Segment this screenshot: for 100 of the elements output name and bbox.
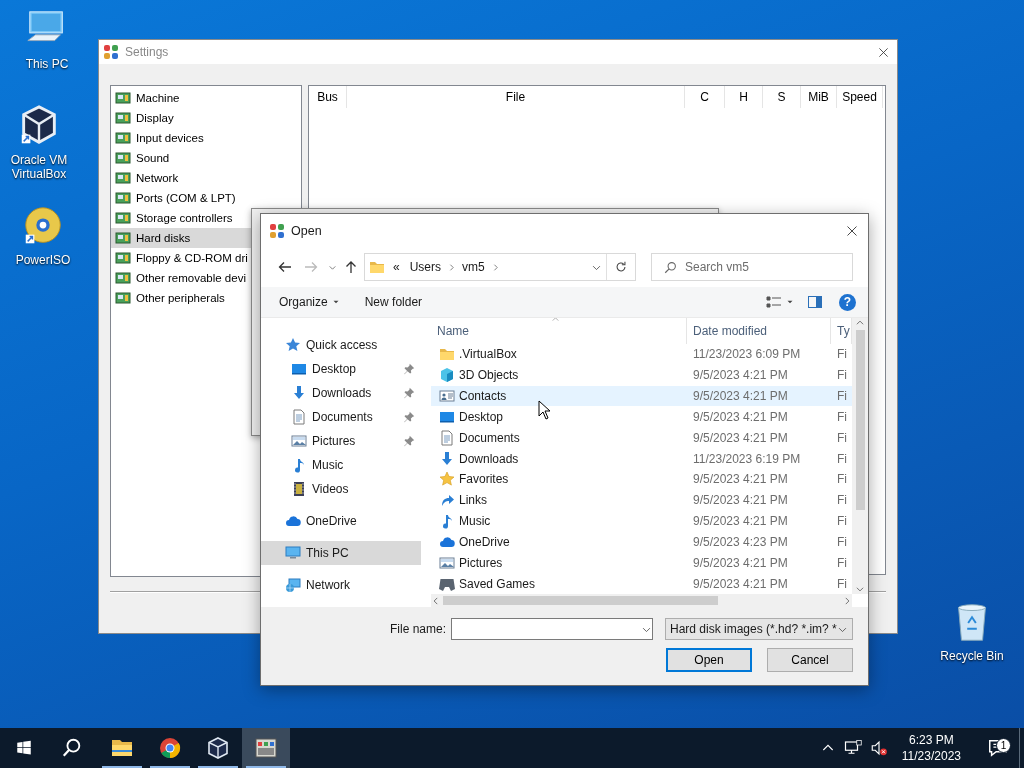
organize-button[interactable]: Organize: [273, 291, 347, 313]
nav-item[interactable]: Quick access: [261, 333, 421, 357]
column-header[interactable]: Speed: [837, 86, 883, 108]
column-header[interactable]: Bus: [309, 86, 347, 108]
device-icon: [115, 130, 131, 146]
file-name-field[interactable]: [451, 618, 653, 640]
app-window-icon: [254, 736, 278, 760]
windows-logo-icon: [15, 739, 33, 757]
taskbar-app[interactable]: [242, 728, 290, 768]
device-icon: [115, 90, 131, 106]
file-row[interactable]: OneDrive 9/5/2023 4:23 PM Fi: [431, 531, 852, 553]
file-name: Contacts: [459, 389, 507, 404]
file-row[interactable]: Desktop 9/5/2023 4:21 PM Fi: [431, 406, 852, 428]
category-item[interactable]: Other removable devi: [111, 268, 301, 288]
file-row[interactable]: Favorites 9/5/2023 4:21 PM Fi: [431, 468, 852, 490]
nav-item[interactable]: Videos: [261, 477, 421, 501]
address-bar[interactable]: « Users vm5: [364, 253, 636, 281]
nav-item[interactable]: This PC: [261, 541, 421, 565]
file-name: Links: [459, 493, 487, 508]
column-header[interactable]: File: [347, 86, 685, 108]
nav-item[interactable]: Pictures: [261, 429, 421, 453]
file-row[interactable]: 3D Objects 9/5/2023 4:21 PM Fi: [431, 364, 852, 386]
overflow-mark[interactable]: «: [393, 260, 400, 274]
file-name: Pictures: [459, 555, 503, 570]
file-type-dropdown[interactable]: Hard disk images (*.hd? *.im? *: [665, 618, 853, 640]
category-label: Sound: [136, 152, 170, 164]
app-icon: [103, 44, 119, 60]
picture-icon: [439, 554, 455, 571]
file-name: Downloads: [459, 451, 519, 466]
nav-item[interactable]: Downloads: [261, 381, 421, 405]
cloud-icon: [285, 513, 301, 529]
cube-icon: [206, 736, 230, 760]
file-row[interactable]: Contacts 9/5/2023 4:21 PM Fi: [431, 385, 852, 407]
notification-button[interactable]: 1: [983, 737, 1013, 759]
folder-icon: [439, 346, 455, 363]
category-item[interactable]: Input devices: [111, 128, 301, 148]
breadcrumb[interactable]: Users: [409, 260, 442, 274]
dialog-button[interactable]: Cancel: [767, 648, 853, 672]
view-list-icon: [766, 294, 782, 310]
horizontal-scrollbar[interactable]: [431, 594, 852, 607]
preview-pane-icon: [807, 294, 823, 310]
speaker-muted-icon[interactable]: [869, 739, 888, 757]
file-row[interactable]: Saved Games 9/5/2023 4:21 PM Fi: [431, 573, 852, 594]
category-label: Hard disks: [136, 232, 191, 244]
file-type: Fi: [836, 430, 848, 445]
column-header[interactable]: MiB: [801, 86, 837, 108]
file-name: Saved Games: [459, 576, 536, 591]
column-header[interactable]: S: [763, 86, 801, 108]
file-type: Fi: [836, 409, 848, 424]
file-row[interactable]: .VirtualBox 11/23/2023 6:09 PM Fi: [431, 344, 852, 365]
category-item[interactable]: Sound: [111, 148, 301, 168]
date-modified: 9/5/2023 4:23 PM: [692, 534, 789, 549]
file-row[interactable]: Music 9/5/2023 4:21 PM Fi: [431, 510, 852, 532]
column-header[interactable]: H: [725, 86, 763, 108]
nav-item[interactable]: Documents: [261, 405, 421, 429]
category-item[interactable]: Display: [111, 108, 301, 128]
network-icon[interactable]: [843, 739, 862, 757]
file-type: Fi: [836, 368, 848, 383]
folder-icon: [369, 259, 385, 275]
file-row[interactable]: Documents 9/5/2023 4:21 PM Fi: [431, 427, 852, 449]
category-item[interactable]: Ports (COM & LPT): [111, 188, 301, 208]
date-modified: 9/5/2023 4:21 PM: [692, 430, 789, 445]
close-button[interactable]: [878, 46, 889, 58]
desktop-icon-label[interactable]: This PC: [25, 57, 69, 71]
cube-icon: [439, 367, 455, 384]
column-header[interactable]: C: [685, 86, 725, 108]
new-folder-button[interactable]: New folder: [358, 291, 429, 313]
field-label: File name:: [389, 622, 446, 636]
category-item[interactable]: Network: [111, 168, 301, 188]
category-item[interactable]: Machine: [111, 88, 301, 108]
nav-item[interactable]: Network: [261, 573, 421, 597]
chevron-right-icon: [842, 595, 852, 606]
file-name: OneDrive: [459, 534, 510, 549]
clock[interactable]: 6:23 PM 11/23/2023: [901, 732, 961, 764]
file-row[interactable]: Pictures 9/5/2023 4:21 PM Fi: [431, 552, 852, 574]
file-row[interactable]: Downloads 11/23/2023 6:19 PM Fi: [431, 448, 852, 469]
chevron-left-icon: [431, 595, 441, 606]
category-label: Ports (COM & LPT): [136, 192, 236, 204]
vertical-scrollbar[interactable]: [852, 318, 868, 594]
column-header[interactable]: Name: [431, 318, 687, 344]
back-arrow-icon: [277, 259, 293, 275]
window-title: Settings: [125, 45, 170, 59]
device-icon: [115, 170, 131, 186]
file-row[interactable]: Links 9/5/2023 4:21 PM Fi: [431, 489, 852, 511]
dialog-button[interactable]: Open: [666, 648, 752, 672]
file-type: Fi: [836, 555, 848, 570]
desktop-icon-label[interactable]: Recycle Bin: [940, 649, 1004, 663]
column-header[interactable]: Date modified: [687, 318, 831, 344]
document-icon: [439, 429, 455, 446]
search-field[interactable]: Search vm5: [651, 253, 853, 281]
device-icon: [115, 270, 131, 286]
breadcrumb[interactable]: vm5: [462, 260, 485, 274]
desktop-icon-label[interactable]: PowerISO: [15, 253, 71, 267]
help-button[interactable]: ?: [839, 293, 856, 311]
close-button[interactable]: [846, 224, 858, 237]
nav-item[interactable]: OneDrive: [261, 509, 421, 533]
nav-item[interactable]: Desktop: [261, 357, 421, 381]
category-item[interactable]: Floppy & CD-ROM dri: [111, 248, 301, 268]
nav-item[interactable]: Music: [261, 453, 421, 477]
desktop-icon-label[interactable]: Oracle VM VirtualBox: [2, 153, 76, 181]
